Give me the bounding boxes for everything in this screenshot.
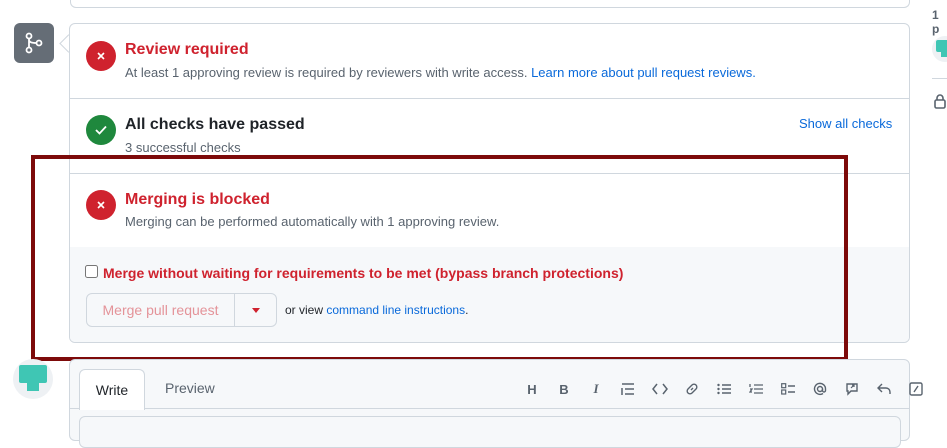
mention-icon[interactable] xyxy=(810,379,830,399)
comment-textarea[interactable] xyxy=(79,416,901,448)
comment-composer: Write Preview H B I xyxy=(69,359,923,448)
bold-icon[interactable]: B xyxy=(554,379,574,399)
git-merge-icon xyxy=(14,23,54,63)
previous-timeline-box xyxy=(70,0,910,8)
learn-more-reviews-link[interactable]: Learn more about pull request reviews. xyxy=(531,65,756,80)
tab-gap xyxy=(80,408,143,409)
tab-underline xyxy=(70,408,909,409)
checks-count: 3 successful checks xyxy=(125,140,241,155)
reference-icon[interactable] xyxy=(842,379,862,399)
divider xyxy=(70,98,909,99)
unordered-list-icon[interactable] xyxy=(714,379,734,399)
tab-write[interactable]: Write xyxy=(79,369,145,410)
task-list-icon[interactable] xyxy=(778,379,798,399)
markdown-toolbar: H B I xyxy=(522,379,938,399)
tab-preview[interactable]: Preview xyxy=(165,380,215,396)
review-description-text: At least 1 approving review is required … xyxy=(125,65,528,80)
italic-icon[interactable]: I xyxy=(586,379,606,399)
review-required-description: At least 1 approving review is required … xyxy=(125,65,756,80)
participants-heading: 1 p xyxy=(932,8,940,36)
heading-icon[interactable]: H xyxy=(522,379,542,399)
highlight-rectangle xyxy=(31,155,848,361)
link-icon[interactable] xyxy=(682,379,702,399)
lock-icon[interactable] xyxy=(934,94,946,112)
check-circle-icon xyxy=(86,115,116,145)
checks-passed-title: All checks have passed xyxy=(125,116,305,133)
slash-command-icon[interactable] xyxy=(906,379,926,399)
reply-icon[interactable] xyxy=(874,379,894,399)
review-required-title: Review required xyxy=(125,41,249,58)
code-icon[interactable] xyxy=(650,379,670,399)
ordered-list-icon[interactable] xyxy=(746,379,766,399)
sidebar-divider xyxy=(932,78,947,79)
show-all-checks-link[interactable]: Show all checks xyxy=(799,116,892,131)
x-circle-icon xyxy=(86,41,116,71)
avatar xyxy=(13,359,53,399)
quote-icon[interactable] xyxy=(618,379,638,399)
avatar[interactable] xyxy=(932,36,947,62)
